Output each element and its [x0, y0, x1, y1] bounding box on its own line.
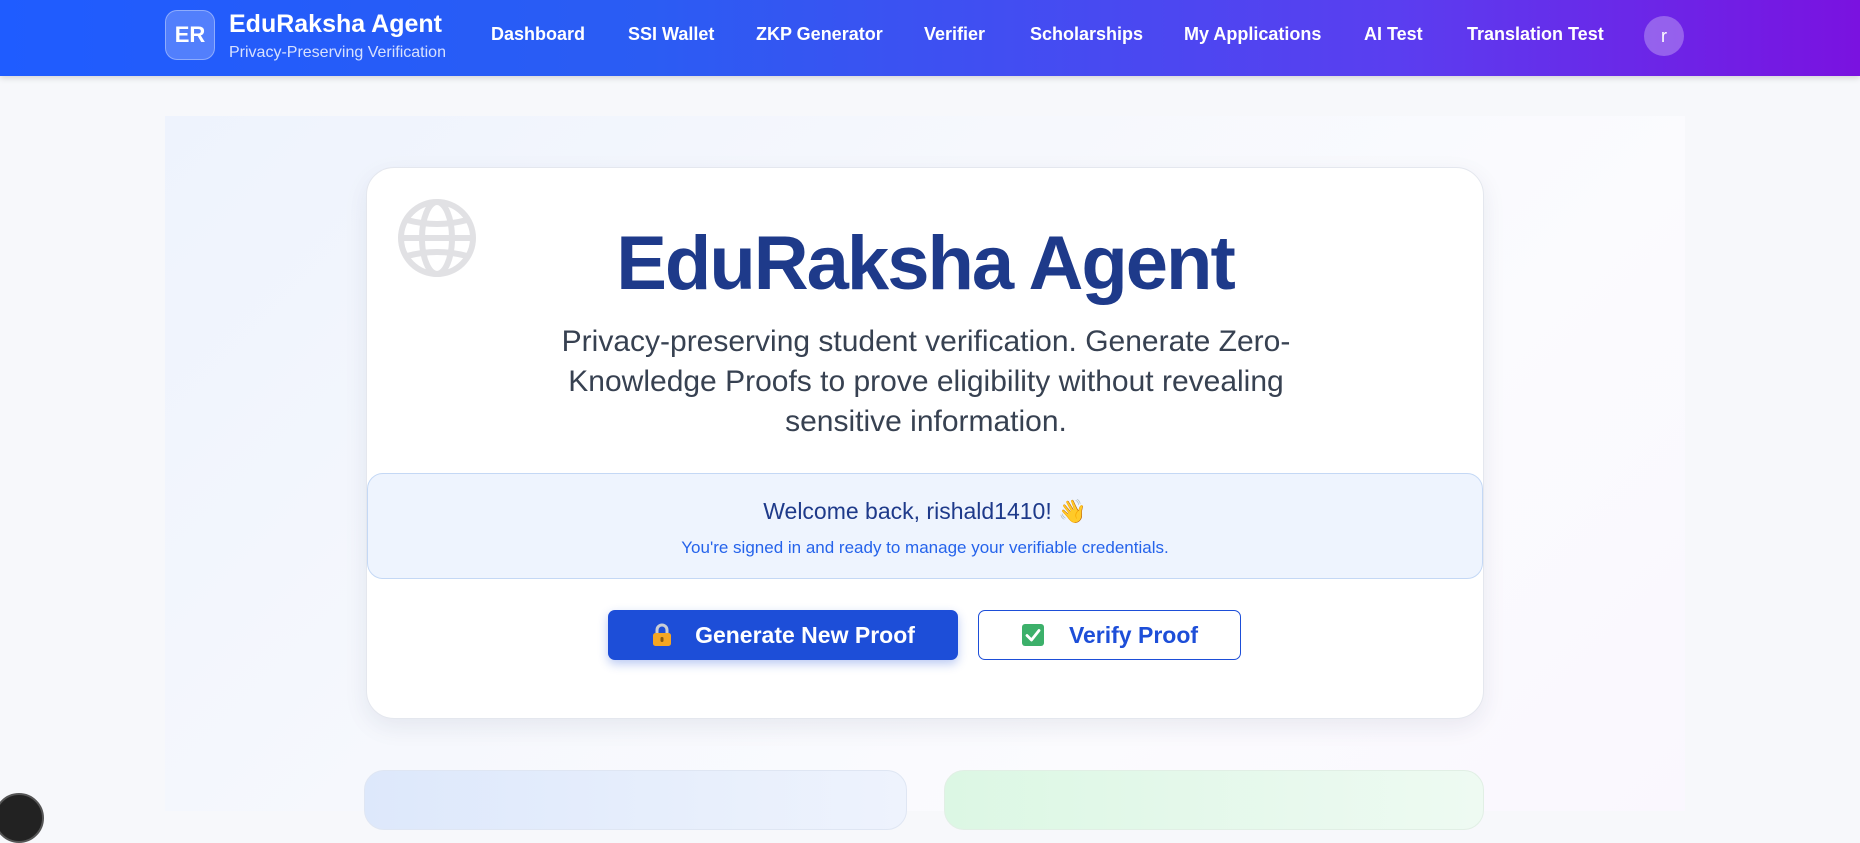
welcome-title: Welcome back, rishald1410! 👋	[763, 498, 1087, 524]
hero-card: EduRaksha Agent Privacy-preserving stude…	[366, 167, 1484, 719]
nav-zkp-generator[interactable]: ZKP Generator	[756, 24, 883, 45]
nav-ai-test[interactable]: AI Test	[1364, 24, 1423, 45]
generate-proof-button[interactable]: Generate New Proof	[608, 610, 958, 660]
nav-verifier[interactable]: Verifier	[924, 24, 985, 45]
welcome-subtitle: You're signed in and ready to manage you…	[681, 538, 1169, 557]
nav-scholarships[interactable]: Scholarships	[1030, 24, 1143, 45]
nav-my-applications[interactable]: My Applications	[1184, 24, 1321, 45]
verify-proof-label: Verify Proof	[1068, 621, 1199, 648]
verify-proof-button[interactable]: Verify Proof	[978, 610, 1241, 660]
brand-logo-badge[interactable]: ER	[165, 10, 215, 60]
nav-dashboard[interactable]: Dashboard	[491, 24, 585, 45]
lock-icon	[653, 623, 672, 646]
nav-translation-test[interactable]: Translation Test	[1467, 24, 1604, 45]
floating-widget-button[interactable]	[0, 793, 44, 843]
feature-card-green	[944, 770, 1484, 830]
brand-title[interactable]: EduRaksha Agent	[229, 10, 442, 39]
user-avatar[interactable]: r	[1644, 16, 1684, 56]
feature-card-blue	[364, 770, 907, 830]
nav-ssi-wallet[interactable]: SSI Wallet	[628, 24, 714, 45]
brand-subtitle: Privacy-Preserving Verification	[229, 44, 446, 61]
check-box-icon	[1021, 624, 1044, 646]
generate-proof-label: Generate New Proof	[695, 621, 915, 648]
hero-description: Privacy-preserving student verification.…	[561, 325, 1291, 438]
welcome-banner: Welcome back, rishald1410! 👋 You're sign…	[367, 473, 1483, 579]
hero-title: EduRaksha Agent	[616, 221, 1236, 306]
top-navbar: ER EduRaksha Agent Privacy-Preserving Ve…	[0, 0, 1860, 76]
